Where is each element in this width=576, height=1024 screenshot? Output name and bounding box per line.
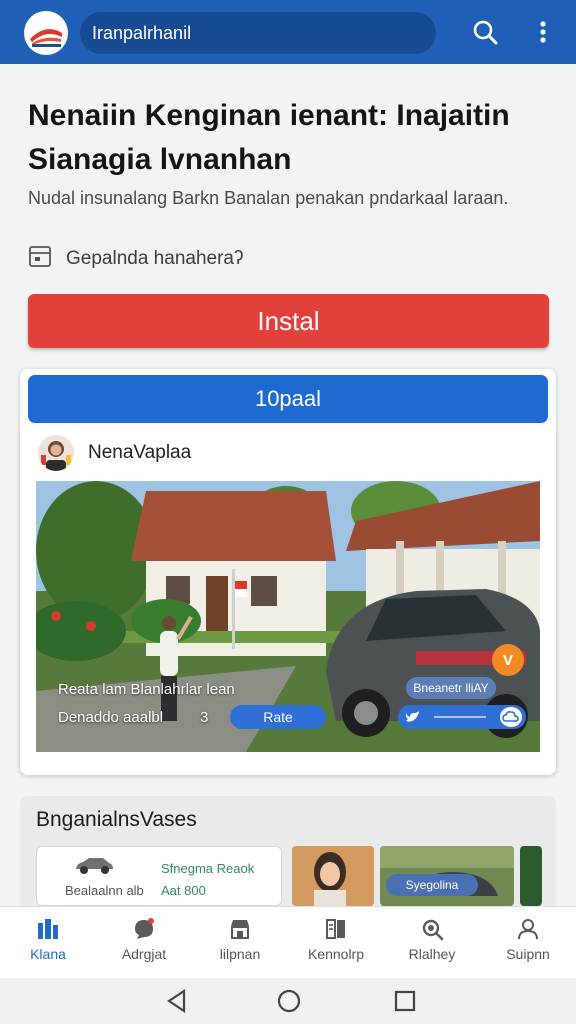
post-card: 10paal NenaVaplaa Reata lam Blanlahrlar … bbox=[20, 369, 556, 775]
meta-row: Gepalnda hanaheraʔ bbox=[28, 246, 243, 272]
calendar-icon bbox=[28, 244, 52, 274]
recents-square-icon[interactable] bbox=[392, 988, 418, 1014]
thumbnail-label: Syegolina bbox=[386, 874, 478, 896]
home-icon bbox=[36, 917, 60, 941]
nav-label-book: Kennolrp bbox=[307, 946, 365, 962]
home-circle-icon[interactable] bbox=[276, 988, 302, 1014]
app-bar: Iranpalrhanil bbox=[0, 0, 576, 64]
search-bar[interactable]: Iranpalrhanil bbox=[80, 12, 436, 54]
share-divider bbox=[434, 716, 486, 718]
thumbnail-partial[interactable] bbox=[520, 846, 542, 906]
app-logo[interactable] bbox=[24, 11, 68, 55]
section-title: BnganialnsVases bbox=[36, 808, 197, 831]
nav-item-search[interactable]: Rlalhey bbox=[384, 907, 480, 979]
mini-card-line3: Aat 800 bbox=[161, 883, 206, 898]
main-content: Nenaiin Kenginan ienant: Inajaitin Siana… bbox=[0, 64, 576, 906]
twitter-icon[interactable] bbox=[404, 708, 422, 726]
photo-caption-line1: Reata lam Blanlahrlar lean bbox=[58, 681, 235, 698]
nav-item-profile[interactable]: Suipnn bbox=[480, 907, 576, 979]
page-subtitle: Nudal insunalang Barkn Banalan penakan p… bbox=[28, 188, 509, 208]
nav-label-search: Rlalhey bbox=[408, 946, 456, 962]
author-row[interactable]: NenaVaplaa bbox=[38, 435, 191, 471]
post-photo[interactable]: Reata lam Blanlahrlar lean Denaddo aaalb… bbox=[36, 481, 540, 752]
tag-chip[interactable]: Bneanetr lliAY bbox=[406, 677, 496, 699]
nav-label-profile: Suipnn bbox=[506, 946, 550, 962]
recommendations-section: BnganialnsVases Bealaalnn alb Sfnegma Re… bbox=[20, 796, 556, 906]
search-icon[interactable] bbox=[469, 16, 501, 48]
system-navigation-bar bbox=[0, 978, 576, 1024]
share-actions[interactable] bbox=[398, 705, 526, 729]
badge-button[interactable]: V bbox=[492, 644, 524, 676]
cloud-icon[interactable] bbox=[500, 707, 522, 727]
more-vert-icon[interactable] bbox=[527, 16, 559, 48]
avatar bbox=[38, 435, 74, 471]
bottom-navigation: Klana Adrgjat lilpnan Kennolrp Rlalhey S… bbox=[0, 906, 576, 978]
nav-item-book[interactable]: Kennolrp bbox=[288, 907, 384, 979]
photo-number: 3 bbox=[200, 709, 209, 726]
install-button[interactable]: Instal bbox=[28, 294, 549, 348]
search-icon bbox=[420, 917, 444, 941]
mini-card[interactable]: Bealaalnn alb Sfnegma Reaok Aat 800 bbox=[36, 846, 282, 906]
nav-label-store: lilpnan bbox=[219, 946, 261, 962]
author-name: NenaVaplaa bbox=[88, 442, 192, 463]
profile-icon bbox=[516, 917, 540, 941]
nav-item-chat[interactable]: Adrgjat bbox=[96, 907, 192, 979]
card-tab-button[interactable]: 10paal bbox=[28, 375, 548, 423]
car-icon bbox=[73, 855, 115, 880]
nav-item-home[interactable]: Klana bbox=[0, 907, 96, 979]
store-icon bbox=[228, 917, 252, 941]
thumbnail-person[interactable] bbox=[292, 846, 374, 906]
back-triangle-icon[interactable] bbox=[164, 988, 190, 1014]
nav-item-store[interactable]: lilpnan bbox=[192, 907, 288, 979]
meta-text: Gepalnda hanaheraʔ bbox=[66, 248, 244, 269]
mini-card-line2: Bealaalnn alb bbox=[65, 883, 144, 898]
photo-caption-line2: Denaddo aaalbl bbox=[58, 709, 164, 726]
thumbnail-car[interactable]: Syegolina bbox=[380, 846, 514, 906]
nav-label-chat: Adrgjat bbox=[121, 946, 167, 962]
rate-chip[interactable]: Rate bbox=[230, 705, 326, 729]
mini-card-line1: Sfnegma Reaok bbox=[161, 861, 255, 876]
nav-label-home: Klana bbox=[30, 946, 66, 962]
book-icon bbox=[324, 917, 348, 941]
chat-icon bbox=[132, 917, 156, 941]
page-title: Nenaiin Kenginan ienant: Inajaitin Siana… bbox=[28, 99, 510, 176]
logo-icon bbox=[30, 29, 62, 47]
